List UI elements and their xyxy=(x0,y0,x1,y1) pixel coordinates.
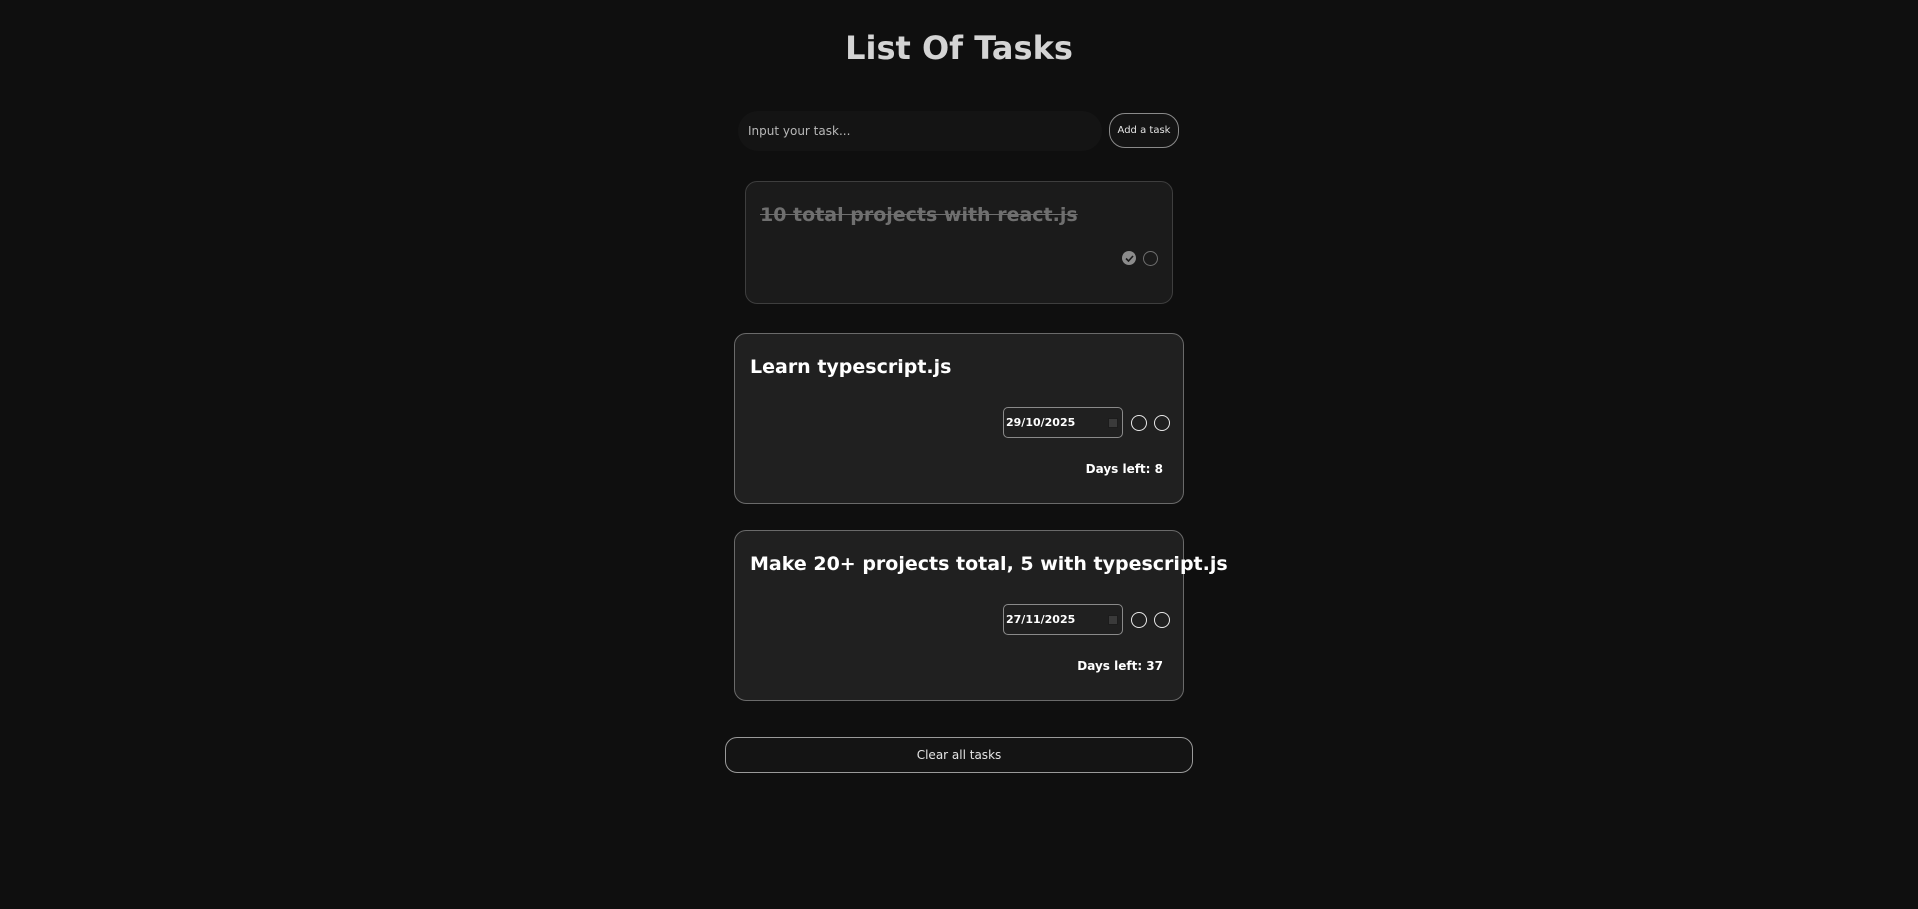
calendar-icon[interactable] xyxy=(1108,418,1118,428)
task-title: Learn typescript.js xyxy=(750,356,952,378)
delete-circle-icon[interactable] xyxy=(1154,415,1170,431)
calendar-icon[interactable] xyxy=(1108,615,1118,625)
due-date-input[interactable]: 29/10/2025 xyxy=(1003,407,1123,438)
todo-page: List Of Tasks Add a task 10 total projec… xyxy=(0,0,1918,909)
check-circle-icon[interactable] xyxy=(1122,251,1136,265)
add-task-button[interactable]: Add a task xyxy=(1109,113,1179,148)
delete-circle-icon[interactable] xyxy=(1143,251,1158,266)
due-date-input[interactable]: 27/11/2025 xyxy=(1003,604,1123,635)
delete-circle-icon[interactable] xyxy=(1154,612,1170,628)
task-input[interactable] xyxy=(738,111,1102,151)
complete-circle-icon[interactable] xyxy=(1131,415,1147,431)
task-card-completed: 10 total projects with react.js xyxy=(745,181,1173,304)
due-date-value: 27/11/2025 xyxy=(1006,613,1076,626)
days-left-text: Days left: 8 xyxy=(1085,462,1163,476)
complete-circle-icon[interactable] xyxy=(1131,612,1147,628)
task-card: Learn typescript.js 29/10/2025 Days left… xyxy=(734,333,1184,504)
task-card: Make 20+ projects total, 5 with typescri… xyxy=(734,530,1228,701)
task-title: 10 total projects with react.js xyxy=(760,204,1078,226)
due-date-value: 29/10/2025 xyxy=(1006,416,1076,429)
days-left-text: Days left: 37 xyxy=(1077,659,1163,673)
clear-all-tasks-button[interactable]: Clear all tasks xyxy=(725,737,1193,773)
page-title: List Of Tasks xyxy=(845,29,1073,67)
task-title: Make 20+ projects total, 5 with typescri… xyxy=(750,553,1228,575)
